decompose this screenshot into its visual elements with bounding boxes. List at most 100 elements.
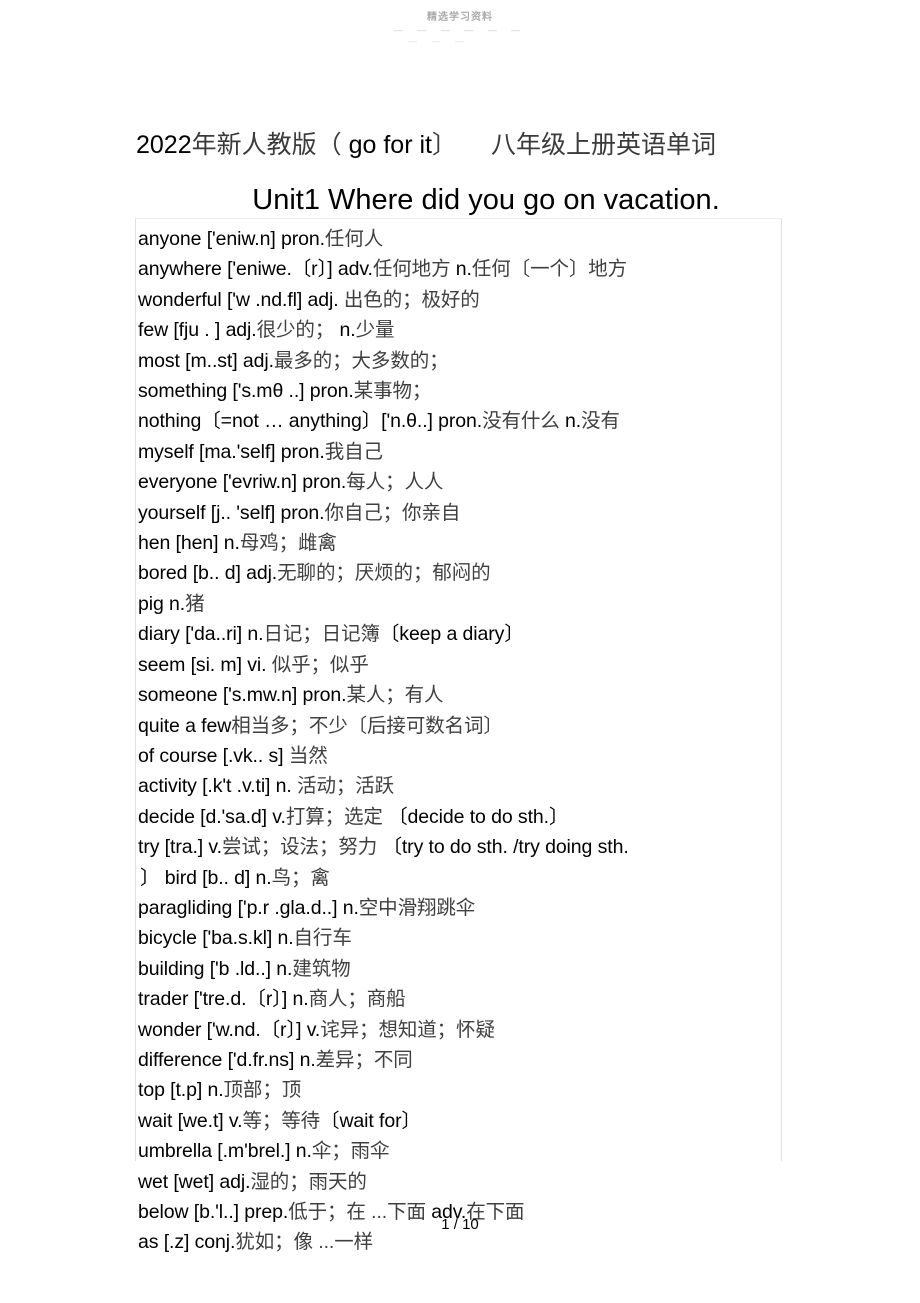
entry-headword: everyone ['evriw.n] pron. [138,471,347,494]
vocabulary-entry: activity [.k't .v.ti] n. 活动；活跃 [138,771,781,801]
entry-gloss: 某事物； [353,380,432,403]
entry-gloss: 活动；活跃 [297,775,395,798]
entry-headword: difference ['d.fr.ns] n. [138,1048,316,1071]
entry-gloss: 相当多；不少〔后接可数名词〕 [231,714,503,737]
vocabulary-entry: few [fju . ] adj.很少的； n.少量 [138,315,781,345]
entry-headword-2: n. [450,258,472,281]
title-series-en: go for it [341,131,432,159]
title-grade-cn: 八年级上册英语单词 [490,131,716,159]
entry-headword: hen [hen] n. [138,532,240,555]
entry-gloss: 任何人 [324,228,384,250]
vocabulary-entry: diary ['da..ri] n.日记；日记簿〔keep a diary〕 [138,619,781,649]
entry-gloss: 出色的；极好的 [343,288,480,311]
entry-headword: something ['s.mθ ..] pron. [138,380,354,403]
entry-headword: top [t.p] n. [138,1079,224,1102]
title-publisher-cn: 年新人教版（ [191,131,342,159]
vocabulary-entry: try [tra.] v.尝试；设法；努力 〔try to do sth. /t… [138,832,781,862]
entry-headword: decide [d.'sa.d] v. [138,805,286,828]
entry-gloss: 空中滑翔跳伞 [358,896,476,919]
entry-gloss: 任何地方 [372,258,451,281]
document-page: 精选学习资料 — — — — — — — — — 2022年新人教版（ go f… [0,0,920,1303]
unit-heading: Unit1 Where did you go on vacation. [252,184,720,216]
scan-watermark: 精选学习资料 — — — — — — — — — [0,8,920,48]
entry-headword: few [fju . ] adj. [138,319,257,342]
watermark-dashes-row-2: — — — [407,36,470,47]
entry-headword: bored [b.. d] adj. [138,562,278,585]
vocabulary-entry: myself [ma.'self] pron.我自己 [138,437,781,467]
entry-gloss: 每人；人人 [346,471,444,494]
entry-gloss: 某人；有人 [346,684,444,707]
entry-headword: myself [ma.'self] pron. [138,440,325,463]
entry-gloss: 最多的；大多数的； [273,349,449,372]
entry-headword-2: n. [334,319,356,342]
vocabulary-entry: most [m..st] adj.最多的；大多数的； [138,346,781,376]
entry-headword: diary ['da..ri] n. [138,623,264,646]
entry-gloss: 你自己；你亲自 [324,501,461,524]
vocabulary-entry: everyone ['evriw.n] pron.每人；人人 [138,467,781,497]
vocabulary-entry: building ['b .ld..] n.建筑物 [138,954,781,984]
entry-headword: umbrella [.m'brel.] n. [138,1140,312,1163]
vocabulary-entry: something ['s.mθ ..] pron.某事物； [138,376,781,406]
entry-headword: 〕 bird [b.. d] n. [140,866,272,889]
entry-headword: wonderful ['w .nd.fl] adj. [138,288,344,311]
entry-gloss: 差异；不同 [315,1048,413,1071]
vocabulary-entry: wonderful ['w .nd.fl] adj. 出色的；极好的 [138,285,781,315]
entry-headword: of course [.vk.. s] [138,744,289,767]
entry-gloss: 诧异；想知道；怀疑 [320,1018,495,1041]
vocabulary-entry: anyone ['eniw.n] pron.任何人 [138,224,781,254]
entry-gloss: 鸟；禽 [271,866,330,889]
vocabulary-entry: 〕 bird [b.. d] n.鸟；禽 [138,863,781,893]
entry-headword: anywhere ['eniwe.〔r〕] adv. [138,258,373,281]
entry-gloss: 商人；商船 [308,988,406,1011]
page-number-footer: 1 / 10 [441,1216,479,1233]
entry-headword-2: n. [559,410,582,433]
vocabulary-entry: wonder ['w.nd.〔r〕] v.诧异；想知道；怀疑 [138,1015,781,1045]
title-year: 2022 [136,131,192,159]
entry-headword: wonder ['w.nd.〔r〕] v. [138,1018,321,1041]
vocabulary-entry: quite a few相当多；不少〔后接可数名词〕 [138,711,781,741]
entry-gloss: 伞；雨伞 [311,1140,390,1163]
entry-gloss: 无聊的；厌烦的；郁闷的 [277,562,491,585]
entry-gloss: 等；等待 [242,1109,321,1132]
entry-headword: bicycle ['ba.s.kl] n. [138,927,294,950]
vocabulary-entry: yourself [j.. 'self] pron.你自己；你亲自 [138,498,781,528]
entry-gloss-2: 没有 [581,410,620,433]
entry-headword: most [m..st] adj. [138,349,274,372]
vocabulary-entry: wet [wet] adj.湿的；雨天的 [138,1167,781,1197]
entry-gloss: 尝试；设法；努力 [221,836,378,859]
entry-gloss: 自行车 [293,927,352,950]
vocabulary-entry: wait [we.t] v.等；等待〔wait for〕 [138,1106,781,1136]
vocabulary-entry: bored [b.. d] adj.无聊的；厌烦的；郁闷的 [138,558,781,588]
vocabulary-entry: difference ['d.fr.ns] n.差异；不同 [138,1045,781,1075]
vocabulary-entry: anywhere ['eniwe.〔r〕] adv.任何地方 n.任何〔一个〕地… [138,254,781,284]
vocabulary-entry: seem [si. m] vi. 似乎；似乎 [138,650,781,680]
entry-headword: quite a few [138,714,232,737]
entry-gloss: 犹如；像 ...一样 [235,1231,373,1254]
entry-gloss: 顶部；顶 [223,1079,302,1102]
entry-gloss: 建筑物 [292,957,351,980]
vocabulary-entry: paragliding ['p.r .gla.d..] n.空中滑翔跳伞 [138,893,781,923]
vocabulary-entry: top [t.p] n.顶部；顶 [138,1075,781,1105]
entry-headword: paragliding ['p.r .gla.d..] n. [138,896,359,919]
entry-headword: anyone ['eniw.n] pron. [138,228,325,250]
entry-headword: someone ['s.mw.n] pron. [138,684,347,707]
entry-gloss-2: 少量 [355,319,395,342]
vocabulary-list: anyone ['eniw.n] pron.任何人 anywhere ['eniw… [138,224,781,1258]
entry-gloss: 日记；日记簿 [263,623,380,646]
entry-headword: wet [wet] adj. [138,1170,251,1193]
entry-headword-2: 〔wait for〕 [320,1109,421,1132]
vocabulary-entry: hen [hen] n.母鸡；雌禽 [138,528,781,558]
watermark-dashes-row-1: — — — — — — [393,25,527,35]
vocabulary-table: anyone ['eniw.n] pron.任何人 anywhere ['eniw… [135,218,782,1253]
vocabulary-entry: umbrella [.m'brel.] n.伞；雨伞 [138,1136,781,1166]
vocabulary-entry: nothing〔=not … anything〕['n.θ..] pron.没有… [138,406,781,436]
entry-gloss-2: 任何〔一个〕地方 [471,258,628,281]
entry-gloss: 我自己 [324,440,383,463]
entry-headword-2: 〔try to do sth. /try doing sth. [377,836,629,859]
entry-headword: pig n. [138,592,186,615]
vocabulary-entry: trader ['tre.d.〔r〕] n.商人；商船 [138,984,781,1014]
watermark-text: 精选学习资料 [427,12,493,23]
entry-gloss: 没有什么 [482,410,560,433]
vocabulary-entry: decide [d.'sa.d] v.打算；选定 〔decide to do s… [138,802,781,832]
entry-headword: nothing〔=not … anything〕['n.θ..] pron. [138,410,483,433]
